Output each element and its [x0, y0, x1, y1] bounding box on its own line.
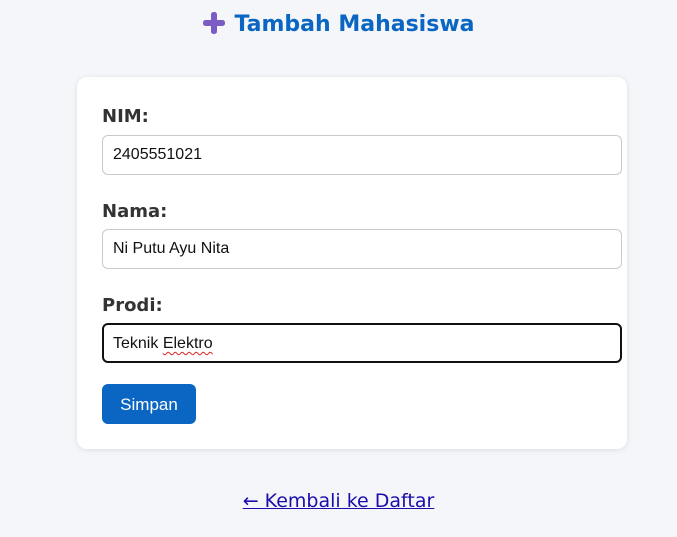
prodi-value-word1: Teknik: [113, 335, 159, 352]
prodi-input-value: Teknik Elektro: [113, 325, 213, 363]
save-button[interactable]: Simpan: [102, 384, 196, 424]
page-title: Tambah Mahasiswa: [234, 12, 475, 37]
nama-input[interactable]: Ni Putu Ayu Nita: [102, 229, 622, 269]
page: Tambah Mahasiswa NIM: 2405551021 Nama: N…: [0, 0, 677, 537]
nim-label: NIM:: [102, 106, 149, 127]
back-to-list-link[interactable]: ← Kembali ke Daftar: [243, 490, 435, 512]
back-link-container: ← Kembali ke Daftar: [0, 488, 677, 514]
page-heading: Tambah Mahasiswa: [0, 9, 677, 41]
form-card: NIM: 2405551021 Nama: Ni Putu Ayu Nita P…: [77, 77, 627, 449]
nim-input[interactable]: 2405551021: [102, 135, 622, 175]
prodi-value-word2: Elektro: [162, 335, 213, 352]
nim-input-value: 2405551021: [113, 146, 202, 163]
plus-icon: [202, 11, 226, 35]
prodi-input[interactable]: Teknik Elektro: [102, 323, 622, 363]
prodi-label: Prodi:: [102, 295, 163, 316]
nama-label: Nama:: [102, 201, 168, 222]
nama-input-value: Ni Putu Ayu Nita: [113, 240, 230, 257]
